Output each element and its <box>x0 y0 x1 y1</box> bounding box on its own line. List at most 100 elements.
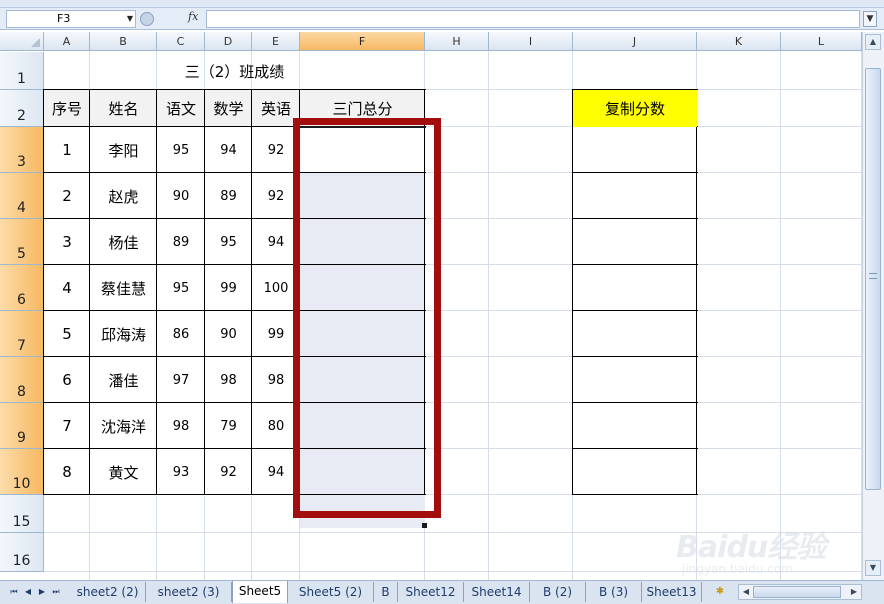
copy-cell[interactable] <box>573 127 697 173</box>
column-header-f[interactable]: F <box>300 32 425 51</box>
data-cell[interactable]: 95 <box>205 219 252 265</box>
row-header-7[interactable]: 7 <box>0 311 44 357</box>
column-header-l[interactable]: L <box>781 32 862 51</box>
copy-scores-header[interactable]: 复制分数 <box>573 90 697 127</box>
sheet-tab[interactable]: sheet2 (3) <box>146 582 232 602</box>
row-header-15[interactable]: 15 <box>0 495 44 533</box>
sheet-tab[interactable]: B (3) <box>586 582 642 602</box>
data-cell[interactable]: 黄文 <box>90 449 157 495</box>
row-header-8[interactable]: 8 <box>0 357 44 403</box>
data-cell[interactable]: 8 <box>44 449 90 495</box>
row-header-2[interactable]: 2 <box>0 90 44 127</box>
name-box[interactable]: F3 ▼ <box>6 10 136 28</box>
column-header-h[interactable]: H <box>425 32 489 51</box>
data-cell[interactable]: 李阳 <box>90 127 157 173</box>
scroll-thumb[interactable] <box>865 68 881 490</box>
data-cell[interactable]: 4 <box>44 265 90 311</box>
sheet-tab[interactable]: Sheet12 <box>398 582 464 602</box>
data-cell[interactable]: 邱海涛 <box>90 311 157 357</box>
column-header-k[interactable]: K <box>697 32 781 51</box>
h-scroll-thumb[interactable] <box>753 586 841 598</box>
copy-cell[interactable] <box>573 449 697 495</box>
data-cell[interactable]: 6 <box>44 357 90 403</box>
header-cell-2[interactable]: 语文 <box>157 90 205 127</box>
column-header-b[interactable]: B <box>90 32 157 51</box>
data-cell[interactable]: 89 <box>205 173 252 219</box>
insert-function-button[interactable]: fx <box>188 10 198 23</box>
data-cell[interactable]: 79 <box>205 403 252 449</box>
chevron-down-icon[interactable]: ▼ <box>127 11 133 27</box>
data-cell[interactable]: 98 <box>205 357 252 403</box>
last-sheet-icon[interactable]: ⏭ <box>50 585 62 599</box>
row-header-3[interactable]: 3 <box>0 127 44 173</box>
sheet-tab[interactable]: B <box>374 582 398 602</box>
header-cell-3[interactable]: 数学 <box>205 90 252 127</box>
data-cell[interactable]: 沈海洋 <box>90 403 157 449</box>
sheet-tab[interactable]: B (2) <box>530 582 586 602</box>
data-cell[interactable]: 2 <box>44 173 90 219</box>
row-header-6[interactable]: 6 <box>0 265 44 311</box>
data-cell[interactable]: 1 <box>44 127 90 173</box>
sheet-title[interactable]: 三（2）班成绩 <box>44 52 425 90</box>
sheet-tab[interactable]: Sheet13 <box>642 582 702 602</box>
column-header-j[interactable]: J <box>573 32 697 51</box>
data-cell[interactable]: 杨佳 <box>90 219 157 265</box>
copy-cell[interactable] <box>573 357 697 403</box>
first-sheet-icon[interactable]: ⏮ <box>8 585 20 599</box>
data-cell[interactable]: 赵虎 <box>90 173 157 219</box>
formula-input[interactable] <box>206 10 860 28</box>
select-all-button[interactable] <box>0 32 44 51</box>
insert-sheet-icon[interactable]: ✱ <box>712 585 728 599</box>
horizontal-scrollbar[interactable]: ◀ ▶ <box>738 584 862 600</box>
vertical-scrollbar[interactable]: ▲ ▼ <box>862 32 884 580</box>
next-sheet-icon[interactable]: ▶ <box>36 585 48 599</box>
row-header-4[interactable]: 4 <box>0 173 44 219</box>
data-cell[interactable]: 潘佳 <box>90 357 157 403</box>
copy-cell[interactable] <box>573 265 697 311</box>
row-header-10[interactable]: 10 <box>0 449 44 495</box>
data-cell[interactable]: 5 <box>44 311 90 357</box>
column-header-d[interactable]: D <box>205 32 252 51</box>
data-cell[interactable]: 93 <box>157 449 205 495</box>
data-cell[interactable]: 99 <box>205 265 252 311</box>
sheet-tab[interactable]: Sheet14 <box>464 582 530 602</box>
copy-cell[interactable] <box>573 219 697 265</box>
data-cell[interactable]: 92 <box>205 449 252 495</box>
scroll-down-icon[interactable]: ▼ <box>865 560 881 576</box>
row-header-16[interactable]: 16 <box>0 533 44 572</box>
header-cell-1[interactable]: 姓名 <box>90 90 157 127</box>
name-box-value: F3 <box>57 12 71 25</box>
data-cell[interactable]: 98 <box>157 403 205 449</box>
cancel-enter-icon[interactable] <box>140 12 154 26</box>
header-cell-0[interactable]: 序号 <box>44 90 90 127</box>
data-cell[interactable]: 86 <box>157 311 205 357</box>
prev-sheet-icon[interactable]: ◀ <box>22 585 34 599</box>
expand-formula-icon[interactable]: ▼ <box>863 11 877 27</box>
data-cell[interactable]: 94 <box>205 127 252 173</box>
column-header-c[interactable]: C <box>157 32 205 51</box>
sheet-tab[interactable]: Sheet5 (2) <box>288 582 374 602</box>
scroll-up-icon[interactable]: ▲ <box>865 34 881 50</box>
row-header-9[interactable]: 9 <box>0 403 44 449</box>
sheet-tab[interactable]: Sheet5 <box>232 581 288 603</box>
data-cell[interactable]: 蔡佳慧 <box>90 265 157 311</box>
data-cell[interactable]: 95 <box>157 265 205 311</box>
data-cell[interactable]: 89 <box>157 219 205 265</box>
sheet-tab[interactable]: sheet2 (2) <box>70 582 146 602</box>
scroll-right-icon[interactable]: ▶ <box>848 586 860 598</box>
copy-cell[interactable] <box>573 311 697 357</box>
column-header-i[interactable]: I <box>489 32 573 51</box>
data-cell[interactable]: 97 <box>157 357 205 403</box>
data-cell[interactable]: 90 <box>205 311 252 357</box>
column-header-e[interactable]: E <box>252 32 300 51</box>
row-header-5[interactable]: 5 <box>0 219 44 265</box>
data-cell[interactable]: 90 <box>157 173 205 219</box>
data-cell[interactable]: 95 <box>157 127 205 173</box>
copy-cell[interactable] <box>573 173 697 219</box>
row-header-1[interactable]: 1 <box>0 52 44 90</box>
data-cell[interactable]: 7 <box>44 403 90 449</box>
data-cell[interactable]: 3 <box>44 219 90 265</box>
copy-cell[interactable] <box>573 403 697 449</box>
scroll-left-icon[interactable]: ◀ <box>740 586 752 598</box>
column-header-a[interactable]: A <box>44 32 90 51</box>
